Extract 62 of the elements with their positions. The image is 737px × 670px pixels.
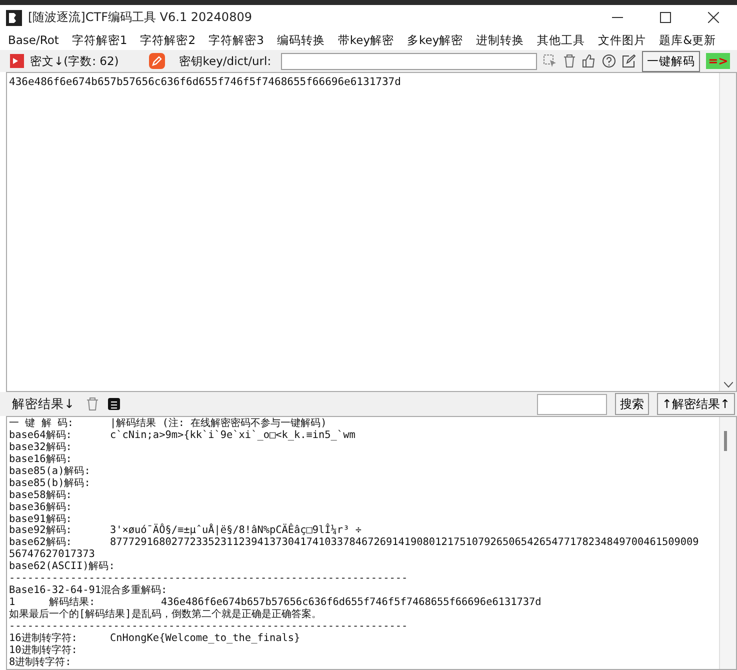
- menu-item[interactable]: 字符解密2: [140, 32, 196, 48]
- result-label: base91解码:: [9, 514, 73, 525]
- result-value: c`cNin;a>9m>{kk`i`9e`xi`_o□<k_k.≡in5_`wm: [110, 430, 356, 442]
- result-label: base62(ASCII)解码:: [9, 561, 110, 574]
- help-icon[interactable]: [602, 54, 616, 68]
- key-label: 密钥key/dict/url:: [178, 54, 272, 68]
- trash-icon[interactable]: [86, 397, 100, 411]
- result-label: base85(b)解码:: [9, 478, 92, 490]
- edit-icon[interactable]: [622, 54, 636, 68]
- result-label: base32解码:: [9, 442, 73, 454]
- result-label: base16解码:: [9, 454, 73, 466]
- result-label: 一 键 解 码:: [9, 418, 75, 430]
- results-label: 解密结果↓: [12, 396, 74, 412]
- result-label: base85(a)解码:: [9, 466, 92, 478]
- menu-item[interactable]: 编码转换: [276, 32, 325, 48]
- paste-icon[interactable]: [10, 54, 24, 68]
- maximize-icon[interactable]: [660, 12, 670, 23]
- window-title: [随波逐流]CTF编码工具 V6.1 20240809: [28, 9, 253, 26]
- decode-button[interactable]: 一键解码: [642, 50, 700, 72]
- menu-item[interactable]: 进制转换: [476, 32, 524, 48]
- result-value: 436e486f6e674b657b57656c636f6d655f746f5f7468655f66696e6131737d: [161, 597, 542, 608]
- menu-item[interactable]: 题库&更新: [659, 32, 716, 48]
- search-button[interactable]: 搜索: [614, 393, 649, 415]
- result-label: 8进制转字符:: [9, 656, 72, 669]
- app-logo-icon: [6, 10, 22, 26]
- result-label: 10进制转字符:: [9, 644, 78, 656]
- search-field[interactable]: [536, 394, 607, 414]
- menu-item[interactable]: 字符解密3: [208, 32, 264, 48]
- result-line: 56747627017373: [9, 549, 95, 561]
- result-line: Base16-32-64-91混合多重解码:: [9, 585, 168, 596]
- minimize-icon[interactable]: [612, 16, 622, 18]
- key-field[interactable]: [281, 52, 538, 70]
- trash-icon[interactable]: [563, 54, 576, 68]
- close-icon[interactable]: [708, 12, 718, 23]
- result-value: CnHongKe{Welcome_to_the_finals}: [110, 632, 300, 645]
- result-label: 解码结果:: [48, 597, 96, 609]
- menu-item[interactable]: 其他工具: [537, 32, 586, 48]
- result-index: 1: [9, 597, 16, 609]
- result-value: |解码结果 (注: 在线解密密码不参与一键解码): [110, 418, 327, 430]
- result-label: base62解码:: [9, 537, 73, 549]
- arrow-label: =>: [706, 53, 730, 69]
- result-value: 3'×øuó¯ÄÔ§/≡±μˆuÅ|ë§/8!âN%pCÄÊâç□9lÎ¼r³ ÷: [110, 525, 362, 537]
- result-line: -----------------------------------------------------------------: [9, 573, 408, 584]
- scrollbar[interactable]: [719, 417, 736, 669]
- results-button[interactable]: ↑解密结果↑: [656, 393, 735, 415]
- thumbs-up-icon[interactable]: [582, 54, 596, 68]
- cursor-icon[interactable]: [543, 54, 558, 68]
- menu-item[interactable]: 字符解密1: [72, 32, 128, 48]
- copy-icon[interactable]: [107, 397, 122, 411]
- result-line: -----------------------------------------------------------------: [9, 620, 408, 632]
- menu-item[interactable]: Base/Rot: [8, 33, 59, 47]
- result-line: 如果最后一个的[解码结果]是乱码，倒数第二个就是正确是正确答案。: [9, 609, 322, 621]
- result-label: base92解码:: [9, 525, 73, 537]
- menu-item[interactable]: 多key解密: [407, 32, 464, 48]
- menu-item[interactable]: 文件图片: [598, 32, 646, 48]
- result-label: 16进制转字符:: [9, 632, 78, 644]
- menu-item[interactable]: 带key解密: [338, 32, 394, 48]
- result-label: base36解码:: [9, 502, 73, 514]
- result-label: base64解码:: [9, 430, 73, 442]
- result-label: base58解码:: [9, 490, 73, 502]
- result-value: 877729168027723352311239413730417410337846726914190801217510792650654265477178234849700461509009: [110, 537, 699, 550]
- cipher-label: 密文↓(字数: 62): [30, 54, 119, 68]
